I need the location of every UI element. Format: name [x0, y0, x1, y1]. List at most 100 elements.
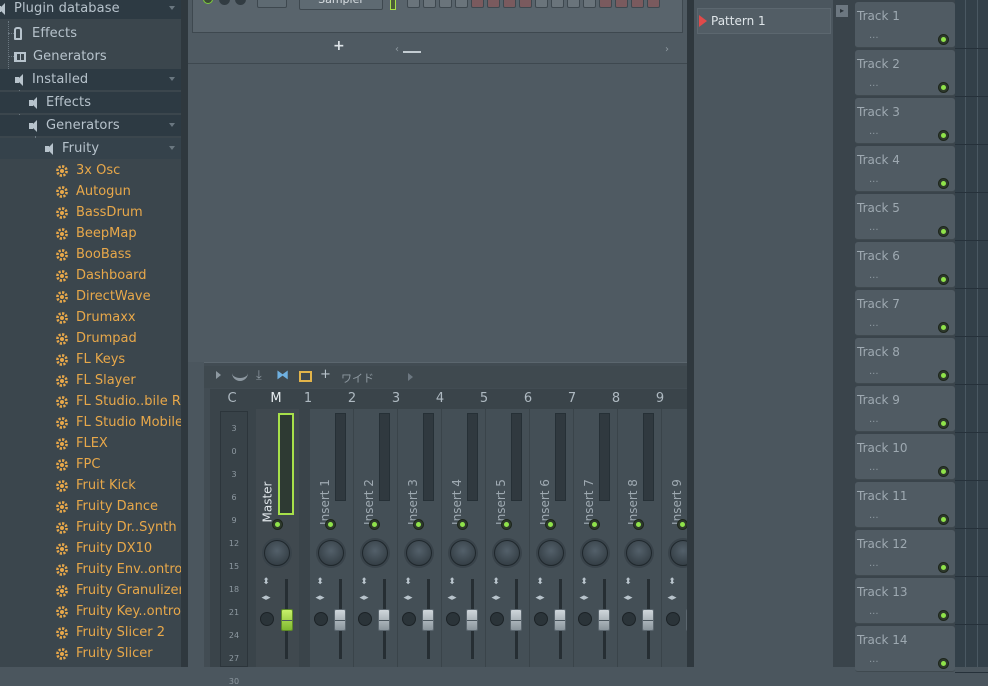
track-mute-led[interactable]	[938, 130, 949, 141]
mixer-header[interactable]: 3	[374, 389, 418, 409]
browser-item-installed-effects[interactable]: Effects	[0, 92, 181, 113]
volume-fader[interactable]	[510, 609, 522, 631]
pattern-item[interactable]: Pattern 1	[697, 8, 831, 34]
strip-label[interactable]: Insert 7	[574, 419, 604, 525]
mixer-header[interactable]: C	[210, 389, 254, 409]
generator-item[interactable]: Drumaxx	[55, 307, 136, 328]
step-button[interactable]	[439, 0, 452, 8]
pan-knob[interactable]	[264, 540, 290, 566]
mixer-header[interactable]: 2	[330, 389, 374, 409]
volume-fader[interactable]	[378, 609, 390, 631]
track-options[interactable]: ...	[869, 174, 879, 185]
volume-fader[interactable]	[334, 609, 346, 631]
scroll-right-icon[interactable]: ›	[665, 44, 669, 55]
track-mute-led[interactable]	[938, 226, 949, 237]
rack-scrollbar[interactable]: ‹ ›	[395, 44, 670, 55]
track-options[interactable]: ...	[869, 510, 879, 521]
generator-item[interactable]: Fruity Env..ontroller	[55, 559, 183, 580]
snake-icon[interactable]	[232, 371, 248, 381]
step-button[interactable]	[631, 0, 644, 8]
strip-label[interactable]: Insert 2	[354, 419, 384, 525]
pan-knob[interactable]	[494, 540, 520, 566]
track-mute-led[interactable]	[938, 562, 949, 573]
insert-strip[interactable]: Insert 5 ⬍ ◂▸	[486, 409, 529, 667]
stereo-knob[interactable]	[446, 612, 460, 626]
playlist-track-header[interactable]: Track 1...	[855, 2, 955, 48]
track-mute-led[interactable]	[938, 34, 949, 45]
swap-channels-icon[interactable]: ◂▸	[666, 593, 678, 603]
swap-channels-icon[interactable]: ◂▸	[578, 593, 590, 603]
strip-label[interactable]: Insert 8	[618, 419, 648, 525]
swap-channels-icon[interactable]: ◂▸	[358, 593, 370, 603]
stereo-separation-icon[interactable]: ⬍	[402, 577, 414, 587]
add-icon[interactable]: +	[320, 367, 331, 382]
playlist-track-header[interactable]: Track 12...	[855, 530, 955, 576]
volume-fader[interactable]	[554, 609, 566, 631]
browser-item-plugin-database[interactable]: Plugin database	[0, 0, 181, 19]
track-mute-led[interactable]	[938, 370, 949, 381]
playlist-grid[interactable]	[955, 0, 988, 673]
mixer-header[interactable]: 4	[418, 389, 462, 409]
insert-strip[interactable]: Insert 8 ⬍ ◂▸	[618, 409, 661, 667]
generator-item[interactable]: Dashboard	[55, 265, 147, 286]
volume-fader[interactable]	[642, 609, 654, 631]
mixer-header[interactable]: 9	[638, 389, 682, 409]
generator-item[interactable]: Fruity Slicer	[55, 643, 153, 664]
playlist-track-header[interactable]: Track 14...	[855, 626, 955, 672]
playlist-track-header[interactable]: Track 7...	[855, 290, 955, 336]
generator-item[interactable]: Fruity DX10	[55, 538, 152, 559]
master-strip[interactable]: Master ⬍ ◂▸	[256, 409, 299, 667]
stereo-knob[interactable]	[260, 612, 274, 626]
generator-item[interactable]: FL Studio Mobile	[55, 412, 183, 433]
track-options[interactable]: ...	[869, 606, 879, 617]
track-mute-led[interactable]	[938, 610, 949, 621]
track-mute-led[interactable]	[938, 274, 949, 285]
browser-item-installed-generators[interactable]: Generators	[0, 115, 181, 136]
pan-knob[interactable]	[538, 540, 564, 566]
generator-item[interactable]: DirectWave	[55, 286, 151, 307]
generator-item[interactable]: BeepMap	[55, 223, 137, 244]
generator-item[interactable]: FL Keys	[55, 349, 125, 370]
strip-label[interactable]: Master	[252, 419, 282, 523]
generator-item[interactable]: Fruity Dance	[55, 496, 158, 517]
scroll-up-icon[interactable]: ▸	[836, 5, 848, 17]
playlist-track-header[interactable]: Track 11...	[855, 482, 955, 528]
strip-enable-led[interactable]	[325, 519, 336, 530]
generator-item[interactable]: FPC	[55, 454, 100, 475]
step-button[interactable]	[535, 0, 548, 8]
track-mute-led[interactable]	[938, 418, 949, 429]
channel-number-button[interactable]	[257, 0, 287, 8]
step-button[interactable]	[567, 0, 580, 8]
playlist-track-header[interactable]: Track 5...	[855, 194, 955, 240]
step-button[interactable]	[503, 0, 516, 8]
track-options[interactable]: ...	[869, 222, 879, 233]
stereo-separation-icon[interactable]: ⬍	[534, 577, 546, 587]
stereo-separation-icon[interactable]: ⬍	[314, 577, 326, 587]
swap-channels-icon[interactable]: ◂▸	[314, 593, 326, 603]
step-button[interactable]	[423, 0, 436, 8]
channel-volume-knob[interactable]	[235, 0, 246, 5]
step-button[interactable]	[487, 0, 500, 8]
strip-enable-led[interactable]	[589, 519, 600, 530]
swap-channels-icon[interactable]: ◂▸	[402, 593, 414, 603]
generator-item[interactable]: Fruity Slicer 2	[55, 622, 165, 643]
stereo-separation-icon[interactable]: ⬍	[578, 577, 590, 587]
strip-label[interactable]: Insert 3	[398, 419, 428, 525]
stereo-knob[interactable]	[622, 612, 636, 626]
step-button[interactable]	[471, 0, 484, 8]
track-options[interactable]: ...	[869, 318, 879, 329]
swap-channels-icon[interactable]: ◂▸	[446, 593, 458, 603]
generator-item[interactable]: FL Slayer	[55, 370, 136, 391]
playlist-track-header[interactable]: Track 13...	[855, 578, 955, 624]
playlist-track-header[interactable]: Track 10...	[855, 434, 955, 480]
track-mute-led[interactable]	[938, 82, 949, 93]
swap-channels-icon[interactable]: ◂▸	[534, 593, 546, 603]
generator-item[interactable]: BooBass	[55, 244, 131, 265]
track-mute-led[interactable]	[938, 658, 949, 669]
stereo-separation-icon[interactable]: ⬍	[446, 577, 458, 587]
pan-knob[interactable]	[362, 540, 388, 566]
volume-fader[interactable]	[598, 609, 610, 631]
channel-pan-knob[interactable]	[219, 0, 230, 5]
track-options[interactable]: ...	[869, 126, 879, 137]
track-mute-led[interactable]	[938, 178, 949, 189]
